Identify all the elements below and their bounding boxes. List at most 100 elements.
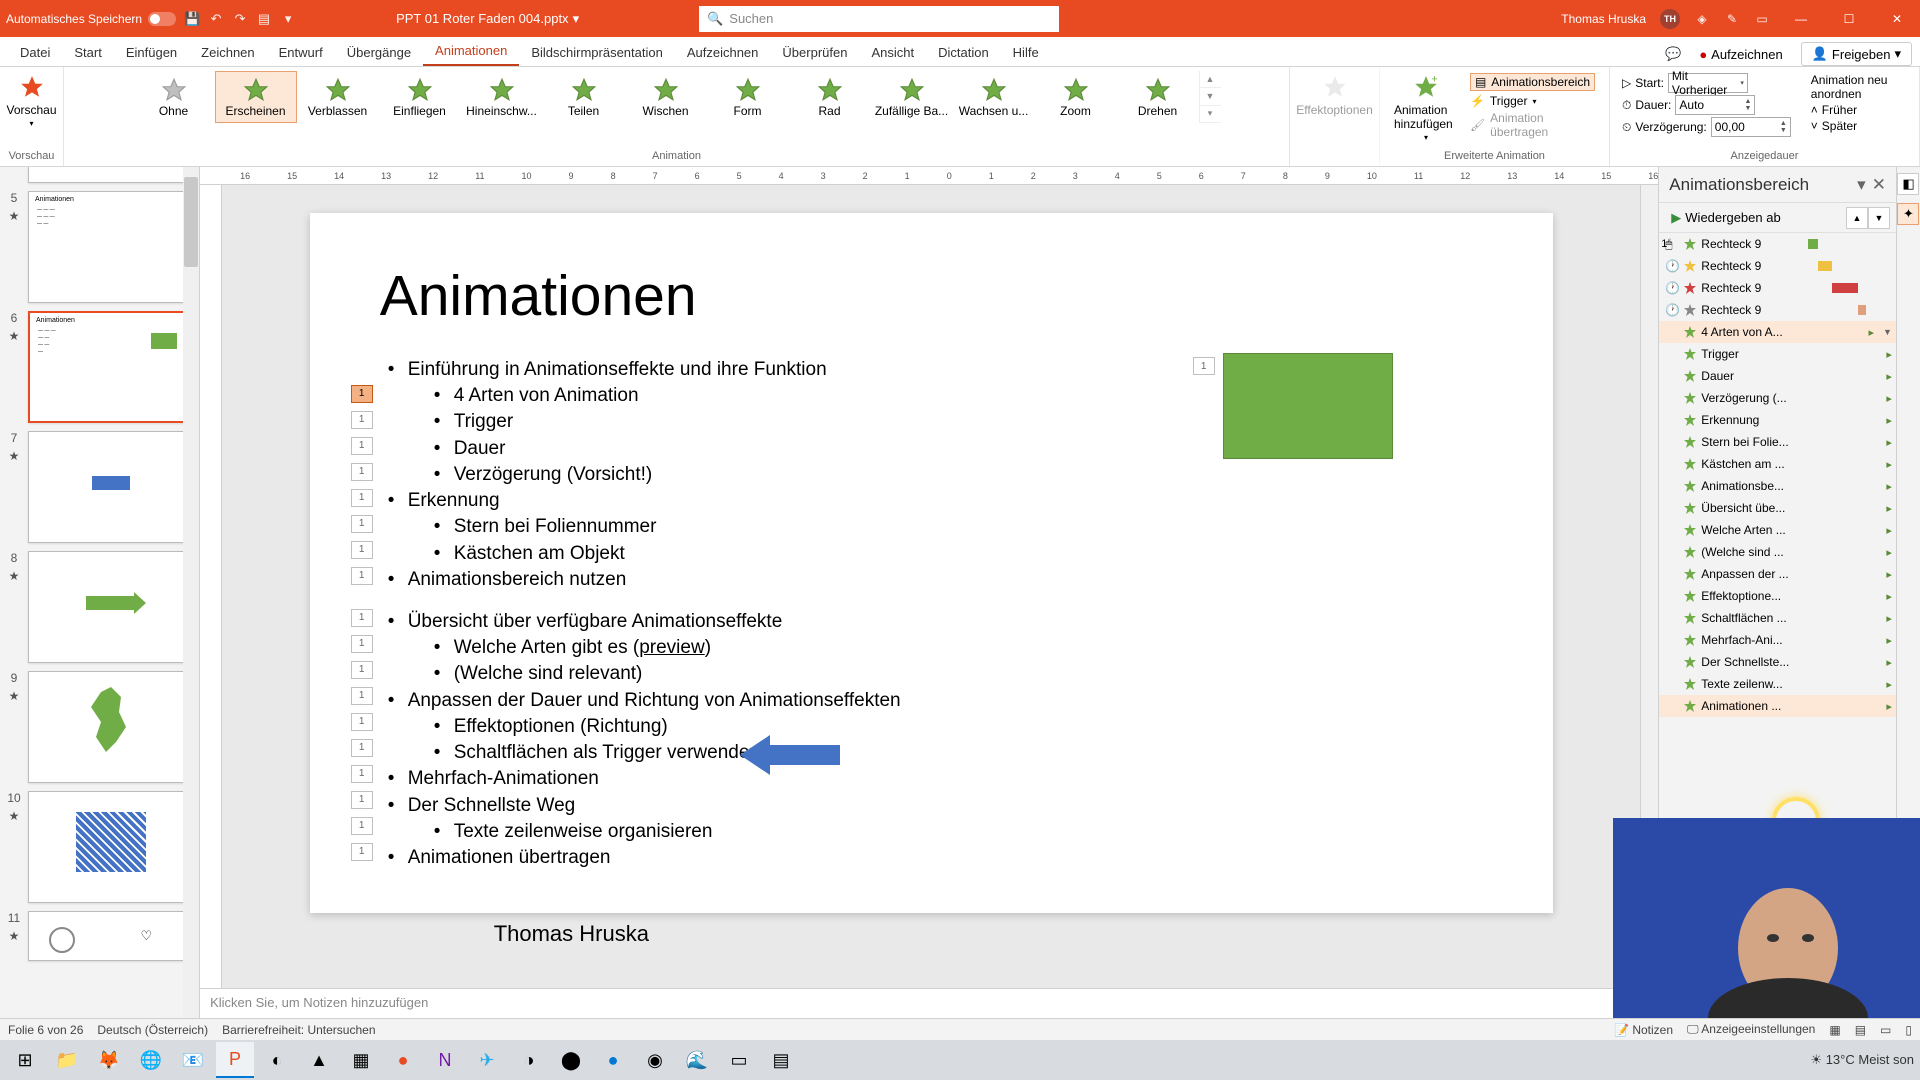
animation-pane-button[interactable]: ▤Animationsbereich xyxy=(1470,73,1595,91)
tab-einfuegen[interactable]: Einfügen xyxy=(114,39,189,66)
thumb-9[interactable] xyxy=(28,671,193,783)
rect-anim-tag[interactable]: 1 xyxy=(1193,357,1215,375)
save-icon[interactable]: 💾 xyxy=(184,11,200,27)
user-avatar[interactable]: TH xyxy=(1660,9,1680,29)
vlc-icon[interactable]: ▲ xyxy=(300,1042,338,1078)
autosave-toggle[interactable]: Automatisches Speichern xyxy=(6,12,176,26)
anim-list-item[interactable]: Schaltflächen ...▸ xyxy=(1659,607,1896,629)
add-animation-button[interactable]: + Animation hinzufügen▾ xyxy=(1388,71,1464,144)
anim-teilen[interactable]: Teilen xyxy=(543,71,625,123)
anim-list-item[interactable]: 🕐Rechteck 9 xyxy=(1659,277,1896,299)
play-from-button[interactable]: ▶Wiedergeben ab xyxy=(1665,208,1786,228)
gallery-scroll[interactable]: ▲▼▾ xyxy=(1199,71,1221,123)
undo-icon[interactable]: ↶ xyxy=(208,11,224,27)
delay-field[interactable]: ⏲Verzögerung:00,00▲▼ xyxy=(1622,117,1791,137)
app-icon-2[interactable]: ▦ xyxy=(342,1042,380,1078)
anim-erscheinen[interactable]: Erscheinen xyxy=(215,71,297,123)
anim-list-item[interactable]: Dauer▸ xyxy=(1659,365,1896,387)
pane-close-icon[interactable]: ✕ xyxy=(1872,175,1886,195)
anim-list-item[interactable]: Anpassen der ...▸ xyxy=(1659,563,1896,585)
anim-list-item[interactable]: Effektoptione...▸ xyxy=(1659,585,1896,607)
view-sorter-icon[interactable]: ▤ xyxy=(1855,1023,1866,1037)
anim-drehen[interactable]: Drehen xyxy=(1117,71,1199,123)
notes-field[interactable]: Klicken Sie, um Notizen hinzuzufügen xyxy=(200,988,1658,1018)
anim-zoom[interactable]: Zoom xyxy=(1035,71,1117,123)
anim-list-item[interactable]: 🕐Rechteck 9 xyxy=(1659,299,1896,321)
tab-hilfe[interactable]: Hilfe xyxy=(1001,39,1051,66)
outlook-icon[interactable]: 📧 xyxy=(174,1042,212,1078)
slide-canvas[interactable]: Animationen •Einführung in Animationseff… xyxy=(222,185,1640,988)
share-button[interactable]: 👤Freigeben▾ xyxy=(1801,42,1912,66)
anim-list-item[interactable]: Stern bei Folie...▸ xyxy=(1659,431,1896,453)
tab-animationen[interactable]: Animationen xyxy=(423,37,519,66)
app-icon-4[interactable]: ◑ xyxy=(510,1042,548,1078)
thumb-7[interactable] xyxy=(28,431,193,543)
anim-list-item[interactable]: Verzögerung (...▸ xyxy=(1659,387,1896,409)
draw-icon[interactable]: ✎ xyxy=(1724,11,1740,27)
user-name[interactable]: Thomas Hruska xyxy=(1561,12,1646,26)
edge-icon[interactable]: 🌊 xyxy=(678,1042,716,1078)
anim-list-item[interactable]: 1🖱Rechteck 9 xyxy=(1659,233,1896,255)
record-button[interactable]: ●Aufzeichnen xyxy=(1691,44,1790,65)
explorer-icon[interactable]: 📁 xyxy=(48,1042,86,1078)
side-tool-2[interactable]: ✦ xyxy=(1897,203,1919,225)
thumb-10[interactable] xyxy=(28,791,193,903)
anim-wachsen u...[interactable]: Wachsen u... xyxy=(953,71,1035,123)
move-later-button[interactable]: ˅Später xyxy=(1811,119,1907,133)
start-field[interactable]: ▷Start:Mit Vorheriger▾ xyxy=(1622,73,1791,93)
present-icon[interactable]: ▤ xyxy=(256,11,272,27)
blue-arrow[interactable] xyxy=(740,735,840,775)
pane-dropdown-icon[interactable]: ▾ xyxy=(1857,175,1866,195)
app-icon-5[interactable]: ● xyxy=(594,1042,632,1078)
comments-icon[interactable]: 💬 xyxy=(1665,46,1681,62)
view-reading-icon[interactable]: ▭ xyxy=(1880,1023,1891,1037)
status-access[interactable]: Barrierefreiheit: Untersuchen xyxy=(222,1023,375,1037)
status-slide[interactable]: Folie 6 von 26 xyxy=(8,1023,83,1037)
reorder-buttons[interactable]: ▲▼ xyxy=(1846,207,1890,229)
tab-aufzeichnen[interactable]: Aufzeichnen xyxy=(675,39,771,66)
chrome-icon[interactable]: 🌐 xyxy=(132,1042,170,1078)
anim-rad[interactable]: Rad xyxy=(789,71,871,123)
move-earlier-button[interactable]: ˄Früher xyxy=(1811,103,1907,117)
tab-praesentation[interactable]: Bildschirmpräsentation xyxy=(519,39,675,66)
anim-list-item[interactable]: Texte zeilenw...▸ xyxy=(1659,673,1896,695)
status-lang[interactable]: Deutsch (Österreich) xyxy=(97,1023,208,1037)
slide-title[interactable]: Animationen xyxy=(380,263,1483,329)
anim-form[interactable]: Form xyxy=(707,71,789,123)
anim-list-item[interactable]: Kästchen am ...▸ xyxy=(1659,453,1896,475)
anim-zufällige ba...[interactable]: Zufällige Ba... xyxy=(871,71,953,123)
telegram-icon[interactable]: ✈ xyxy=(468,1042,506,1078)
anim-list-item[interactable]: Animationsbe...▸ xyxy=(1659,475,1896,497)
view-normal-icon[interactable]: ▦ xyxy=(1829,1023,1840,1037)
maximize-button[interactable]: ☐ xyxy=(1832,6,1866,32)
anim-hineinschw...[interactable]: Hineinschw... xyxy=(461,71,543,123)
anim-list-item[interactable]: 🕐Rechteck 9 xyxy=(1659,255,1896,277)
anim-list-item[interactable]: Erkennung▸ xyxy=(1659,409,1896,431)
view-slideshow-icon[interactable]: ▯ xyxy=(1905,1023,1912,1037)
minimize-button[interactable]: — xyxy=(1784,6,1818,32)
anim-list-item[interactable]: Mehrfach-Ani...▸ xyxy=(1659,629,1896,651)
app-icon-6[interactable]: ◉ xyxy=(636,1042,674,1078)
search-input[interactable]: 🔍 Suchen xyxy=(699,6,1059,32)
app-icon-8[interactable]: ▤ xyxy=(762,1042,800,1078)
obs-icon[interactable]: ⬤ xyxy=(552,1042,590,1078)
tab-zeichnen[interactable]: Zeichnen xyxy=(189,39,266,66)
sync-icon[interactable]: ◈ xyxy=(1694,11,1710,27)
close-button[interactable]: ✕ xyxy=(1880,6,1914,32)
thumb-scrollbar[interactable] xyxy=(183,167,199,1018)
anim-verblassen[interactable]: Verblassen xyxy=(297,71,379,123)
slide-author[interactable]: Thomas Hruska xyxy=(494,921,1483,947)
tab-dictation[interactable]: Dictation xyxy=(926,39,1001,66)
tab-ueberpruefen[interactable]: Überprüfen xyxy=(770,39,859,66)
anim-list-item[interactable]: (Welche sind ...▸ xyxy=(1659,541,1896,563)
start-button[interactable]: ⊞ xyxy=(6,1042,44,1078)
redo-icon[interactable]: ↷ xyxy=(232,11,248,27)
duration-field[interactable]: ⏱Dauer:Auto▲▼ xyxy=(1622,95,1791,115)
tab-uebergaenge[interactable]: Übergänge xyxy=(335,39,423,66)
thumb-5[interactable]: Animationen— — —— — —— — xyxy=(28,191,193,303)
anim-list-item[interactable]: Animationen ...▸ xyxy=(1659,695,1896,717)
tab-ansicht[interactable]: Ansicht xyxy=(859,39,926,66)
green-rectangle[interactable] xyxy=(1223,353,1393,459)
window-icon[interactable]: ▭ xyxy=(1754,11,1770,27)
trigger-button[interactable]: ⚡Trigger▾ xyxy=(1470,94,1595,108)
